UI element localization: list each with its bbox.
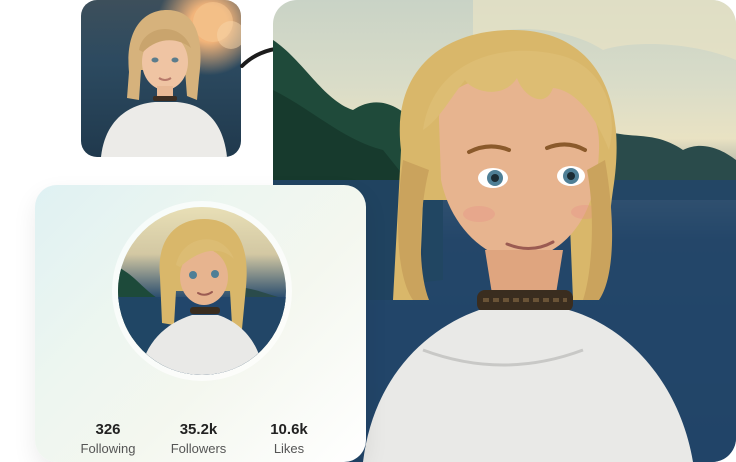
stat-label: Following [80, 441, 136, 456]
profile-stats: 326 Following 35.2k Followers 10.6k Like… [35, 421, 366, 462]
stat-likes[interactable]: 10.6k Likes [254, 421, 324, 462]
stat-label: Followers [170, 441, 227, 456]
stat-value: 326 [95, 421, 121, 438]
original-photo [81, 0, 241, 157]
stat-label: Likes [273, 441, 305, 456]
original-photo-image [101, 2, 241, 157]
stat-following[interactable]: 326 Following [73, 421, 143, 462]
stat-value: 10.6k [270, 421, 308, 438]
avatar-image [118, 219, 286, 375]
stat-followers[interactable]: 35.2k Followers [164, 421, 234, 462]
stat-value: 35.2k [179, 421, 218, 438]
avatar [118, 207, 286, 375]
profile-card: 326 Following 35.2k Followers 10.6k Like… [35, 185, 366, 462]
